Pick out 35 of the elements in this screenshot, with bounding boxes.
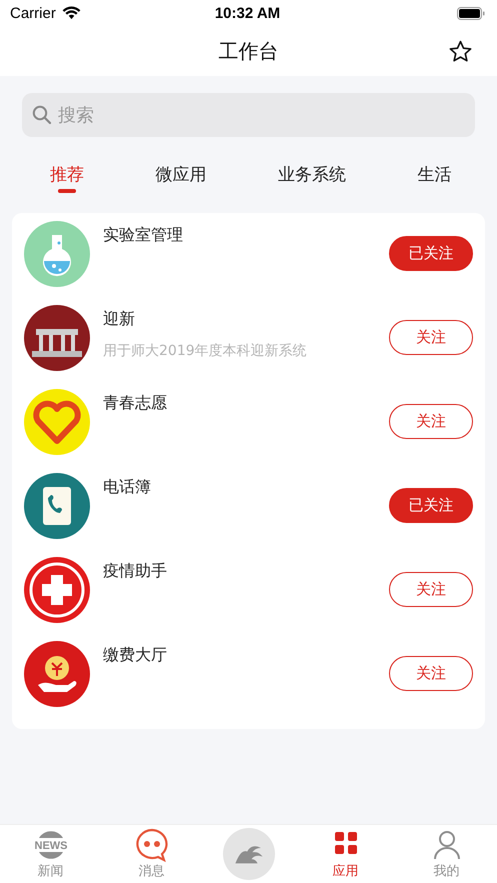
follow-button[interactable]: 关注 (389, 404, 473, 439)
category-tab[interactable]: 推荐 (50, 163, 84, 193)
phone-book-icon (24, 473, 90, 539)
tab-bar-item[interactable]: NEWS 新闻 (20, 828, 80, 880)
tab-bar-item[interactable]: 我的 (416, 828, 476, 880)
battery-icon (457, 6, 485, 20)
app-description: 用于师大2019年度本科迎新系统 (103, 342, 308, 360)
page-title: 工作台 (218, 38, 278, 64)
app-name: 电话簿 (103, 477, 152, 498)
category-tab[interactable]: 微应用 (155, 163, 206, 193)
app-name: 疫情助手 (103, 561, 168, 582)
follow-button[interactable]: 关注 (389, 572, 473, 607)
center-button[interactable] (222, 828, 274, 880)
search-field[interactable]: 搜索 (22, 93, 475, 137)
medical-cross-icon (24, 557, 90, 623)
search-icon (32, 105, 52, 125)
follow-button[interactable]: 关注 (389, 656, 473, 691)
app-name: 青春志愿 (103, 393, 168, 414)
tab-bar-item[interactable]: 应用 (316, 828, 376, 880)
follow-button[interactable]: 已关注 (389, 236, 473, 271)
category-tab[interactable]: 业务系统 (278, 163, 346, 193)
flask-icon (24, 221, 90, 287)
tab-bar-item[interactable]: 消息 (122, 828, 182, 880)
star-icon[interactable] (448, 39, 473, 64)
coin-hand-icon (24, 641, 90, 707)
follow-button[interactable]: 已关注 (389, 488, 473, 523)
clock-time: 10:32 AM (214, 4, 280, 22)
app-name: 缴费大厅 (103, 645, 168, 666)
app-name: 迎新 (103, 309, 136, 330)
carrier-label: Carrier (10, 4, 56, 22)
wifi-icon (62, 6, 81, 20)
app-name: 实验室管理 (103, 225, 184, 246)
follow-button[interactable]: 关注 (389, 320, 473, 355)
category-tab[interactable]: 生活 (417, 163, 452, 193)
gate-icon (24, 305, 90, 371)
